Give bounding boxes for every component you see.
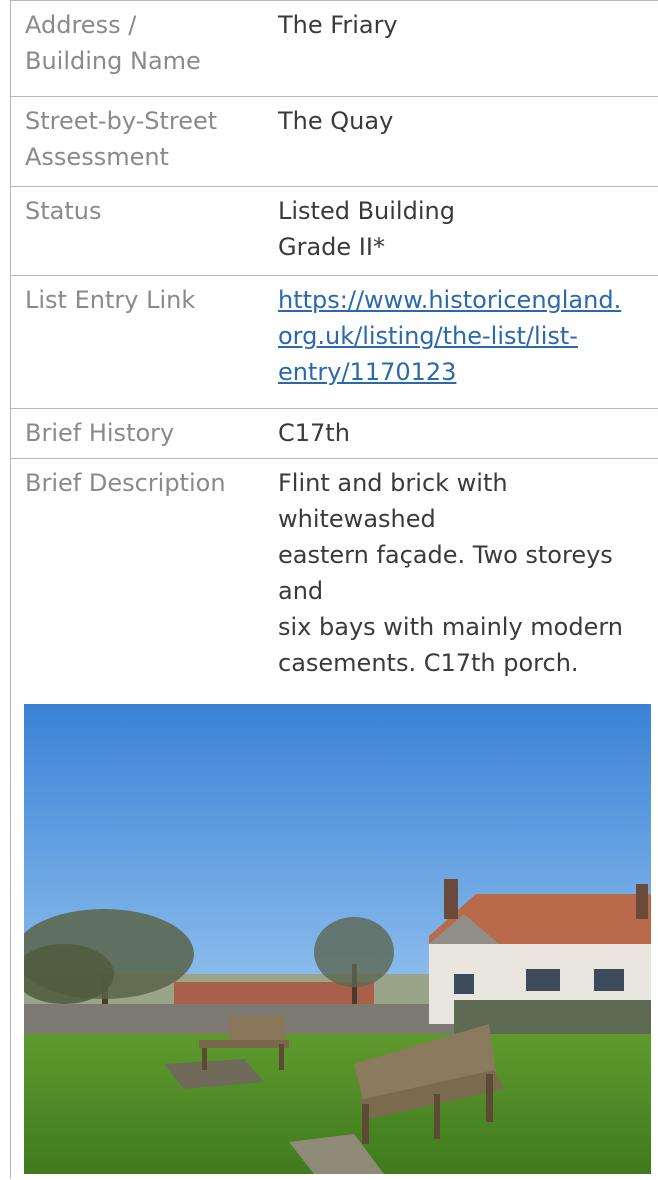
- value-status: Listed Building Grade II*: [278, 193, 658, 265]
- row-street-assessment: Street-by-Street Assessment The Quay: [11, 96, 658, 187]
- list-entry-link[interactable]: https://www.historicengland. org.uk/list…: [278, 282, 658, 390]
- label-address: Address / Building Name: [25, 7, 255, 79]
- link-line: https://www.historicengland.: [278, 286, 622, 314]
- label-line: Street-by-Street: [25, 107, 218, 135]
- label-brief-description: Brief Description: [25, 465, 255, 501]
- label-line: Assessment: [25, 143, 169, 171]
- value-street-assessment: The Quay: [278, 103, 658, 139]
- row-address: Address / Building Name The Friary: [11, 0, 658, 97]
- label-line: Address /: [25, 11, 137, 39]
- row-brief-history: Brief History C17th: [11, 408, 658, 459]
- label-line: Status: [25, 197, 102, 225]
- value-line: casements. C17th porch.: [278, 649, 579, 677]
- row-list-entry-link: List Entry Link https://www.historicengl…: [11, 275, 658, 409]
- value-line: eastern façade. Two storeys and: [278, 541, 613, 605]
- value-line: The Quay: [278, 107, 394, 135]
- photo-illustration: [24, 704, 651, 1174]
- label-list-entry-link: List Entry Link: [25, 282, 255, 318]
- value-line: Flint and brick with whitewashed: [278, 469, 508, 533]
- value-line: Listed Building: [278, 197, 455, 225]
- label-line: Brief Description: [25, 469, 226, 497]
- link-line: org.uk/listing/the-list/list-: [278, 322, 578, 350]
- value-line: Grade II*: [278, 233, 385, 261]
- value-line: The Friary: [278, 11, 398, 39]
- value-line: C17th: [278, 419, 350, 447]
- link-line: entry/1170123: [278, 358, 457, 386]
- value-address: The Friary: [278, 7, 658, 43]
- label-street-assessment: Street-by-Street Assessment: [25, 103, 255, 175]
- value-line: six bays with mainly modern: [278, 613, 624, 641]
- value-brief-history: C17th: [278, 415, 658, 451]
- label-status: Status: [25, 193, 255, 229]
- label-brief-history: Brief History: [25, 415, 255, 451]
- value-list-entry-link: https://www.historicengland. org.uk/list…: [278, 282, 658, 390]
- building-photo: [24, 704, 651, 1174]
- label-line: List Entry Link: [25, 286, 196, 314]
- value-brief-description: Flint and brick with whitewashed eastern…: [278, 465, 658, 681]
- row-status: Status Listed Building Grade II*: [11, 186, 658, 276]
- label-line: Brief History: [25, 419, 175, 447]
- label-line: Building Name: [25, 47, 201, 75]
